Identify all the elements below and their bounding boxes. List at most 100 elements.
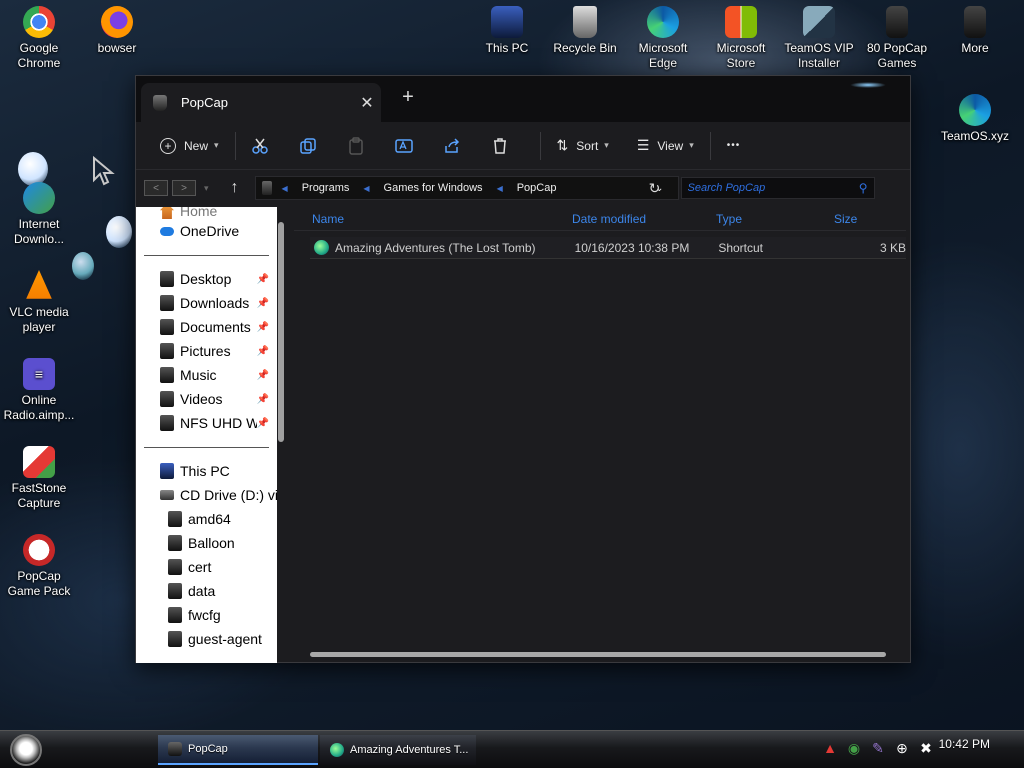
tray-pen-icon[interactable]: ✎ xyxy=(870,740,886,756)
new-tab-button[interactable]: + xyxy=(394,86,422,109)
folder-icon xyxy=(261,181,272,195)
pin-icon[interactable]: 📌 xyxy=(257,370,269,381)
column-header-type[interactable]: Type xyxy=(698,212,816,226)
rename-button[interactable] xyxy=(388,130,420,162)
nav-item-nfs-uhd[interactable]: NFS UHD Wa 📌 xyxy=(136,411,277,435)
sort-button[interactable]: ⇅ Sort ▾ xyxy=(549,130,617,162)
forward-button[interactable]: > xyxy=(172,180,196,196)
address-row: < > ▾ ↑ ◀ Programs ◀ Games for Windows ◀… xyxy=(136,170,910,206)
desktop-icon-this-pc[interactable]: This PC xyxy=(468,6,546,56)
nav-item-documents[interactable]: Documents 📌 xyxy=(136,315,277,339)
copy-icon xyxy=(299,137,316,154)
desktop-icon-label: TeamOS.xyz xyxy=(940,129,1009,143)
divider xyxy=(539,131,541,160)
tab-popcap[interactable]: PopCap ✕ xyxy=(141,83,381,122)
close-tab-icon[interactable]: ✕ xyxy=(353,93,381,113)
pin-icon[interactable]: 📌 xyxy=(257,418,269,429)
mouse-cursor-icon xyxy=(93,156,115,186)
nav-item-amd64[interactable]: amd64 xyxy=(136,507,277,531)
tray-download-icon[interactable]: ◉ xyxy=(846,740,862,756)
column-header-date[interactable]: Date modified xyxy=(554,212,698,226)
nav-item-cd-drive[interactable]: CD Drive (D:) virt xyxy=(136,483,277,507)
pin-icon[interactable]: 📌 xyxy=(257,298,269,309)
folder-icon xyxy=(168,583,182,599)
copy-button[interactable] xyxy=(292,130,324,162)
navigation-pane: Home OneDrive Desktop 📌 Downloads 📌 Docu… xyxy=(136,207,277,663)
column-header-name[interactable]: Name xyxy=(294,212,554,226)
file-size: 3 KB xyxy=(879,240,906,255)
nav-scrollbar[interactable] xyxy=(278,222,284,442)
pin-icon[interactable]: 📌 xyxy=(257,322,269,333)
taskbar-item-popcap[interactable]: PopCap xyxy=(158,735,318,765)
horizontal-scrollbar[interactable] xyxy=(310,652,886,657)
desktop-icon-popcap-pack[interactable]: PopCap Game Pack xyxy=(0,534,78,599)
breadcrumb-games-for-windows[interactable]: Games for Windows xyxy=(384,182,483,194)
nav-item-music[interactable]: Music 📌 xyxy=(136,363,277,387)
tray-app-icon[interactable]: ▲ xyxy=(822,740,838,756)
folder-icon xyxy=(168,559,182,575)
view-button[interactable]: ☰ View ▾ xyxy=(629,130,702,162)
desktop-icon-teamos-xyz[interactable]: TeamOS.xyz xyxy=(936,94,1014,144)
desktop-icon-recycle-bin[interactable]: Recycle Bin xyxy=(546,6,624,56)
nav-item-data[interactable]: data xyxy=(136,579,277,603)
glow-decoration xyxy=(850,82,886,88)
share-button[interactable] xyxy=(436,130,468,162)
pin-icon[interactable]: 📌 xyxy=(257,394,269,405)
nav-item-onedrive[interactable]: OneDrive xyxy=(136,219,277,243)
nav-item-videos[interactable]: Videos 📌 xyxy=(136,387,277,411)
nav-item-desktop[interactable]: Desktop 📌 xyxy=(136,267,277,291)
search-box[interactable]: ⚲ xyxy=(680,177,875,199)
back-button[interactable]: < xyxy=(144,180,168,196)
breadcrumb-popcap[interactable]: PopCap xyxy=(517,182,557,194)
folder-icon xyxy=(160,343,174,359)
recent-locations-chevron-icon[interactable]: ▾ xyxy=(204,183,209,194)
clock[interactable]: 10:42 PM xyxy=(939,737,990,751)
chevron-down-icon: ▾ xyxy=(689,140,694,150)
more-options-button[interactable]: ••• xyxy=(719,130,749,162)
nav-item-label: amd64 xyxy=(188,511,231,527)
volume-muted-icon[interactable]: ✖ xyxy=(918,740,934,756)
nav-item-downloads[interactable]: Downloads 📌 xyxy=(136,291,277,315)
nav-item-home[interactable]: Home xyxy=(136,207,277,219)
up-button[interactable]: ↑ xyxy=(223,179,247,197)
breadcrumb-separator-icon: ◀ xyxy=(281,183,288,193)
paste-button[interactable] xyxy=(340,130,372,162)
address-bar[interactable]: ◀ Programs ◀ Games for Windows ◀ PopCap … xyxy=(254,176,679,200)
nav-item-balloon[interactable]: Balloon xyxy=(136,531,277,555)
desktop-icon-label: This PC xyxy=(485,41,529,55)
nav-item-cert[interactable]: cert xyxy=(136,555,277,579)
refresh-icon[interactable]: ↻ xyxy=(645,180,665,197)
desktop-icon-idm[interactable]: Internet Downlo... xyxy=(0,182,78,247)
desktop-icon-chrome[interactable]: Google Chrome xyxy=(0,6,78,71)
nav-item-label: CD Drive (D:) virt xyxy=(180,487,277,503)
desktop-icon-faststone[interactable]: FastStone Capture xyxy=(0,446,78,511)
cut-button[interactable] xyxy=(244,130,276,162)
file-row[interactable]: Amazing Adventures (The Lost Tomb) 10/16… xyxy=(310,237,906,259)
column-header-size[interactable]: Size xyxy=(816,212,876,226)
network-icon[interactable]: ⊕ xyxy=(894,740,910,756)
delete-button[interactable] xyxy=(484,130,516,162)
desktop-icon-online-radio[interactable]: ≡ Online Radio.aimp... xyxy=(0,358,78,423)
desktop-icon-edge[interactable]: Microsoft Edge xyxy=(624,6,702,71)
nav-item-label: Downloads xyxy=(180,295,250,311)
nav-item-fwcfg[interactable]: fwcfg xyxy=(136,603,277,627)
pin-icon[interactable]: 📌 xyxy=(257,274,269,285)
start-button[interactable] xyxy=(4,731,48,768)
breadcrumb-programs[interactable]: Programs xyxy=(302,182,350,194)
nav-item-pictures[interactable]: Pictures 📌 xyxy=(136,339,277,363)
desktop-icon-store[interactable]: Microsoft Store xyxy=(702,6,780,71)
search-icon[interactable]: ⚲ xyxy=(859,181,868,195)
desktop-icon-vlc[interactable]: VLC media player xyxy=(0,270,78,335)
desktop-icon-80-popcap-games[interactable]: 80 PopCap Games xyxy=(858,6,936,71)
desktop-icon-teamos-installer[interactable]: TeamOS VIP Installer xyxy=(780,6,858,71)
search-input[interactable] xyxy=(687,182,859,194)
pin-icon[interactable]: 📌 xyxy=(257,346,269,357)
trash-icon xyxy=(493,137,506,154)
desktop-icon-more[interactable]: More xyxy=(936,6,1014,56)
desktop-icon-bowser[interactable]: bowser xyxy=(78,6,156,56)
new-button[interactable]: + New ▾ xyxy=(152,130,227,162)
taskbar-item-amazing-adventures[interactable]: Amazing Adventures T... xyxy=(320,735,476,765)
nav-item-guest-agent[interactable]: guest-agent xyxy=(136,627,277,651)
nav-item-this-pc[interactable]: This PC xyxy=(136,459,277,483)
nav-item-label: Documents xyxy=(180,319,251,335)
